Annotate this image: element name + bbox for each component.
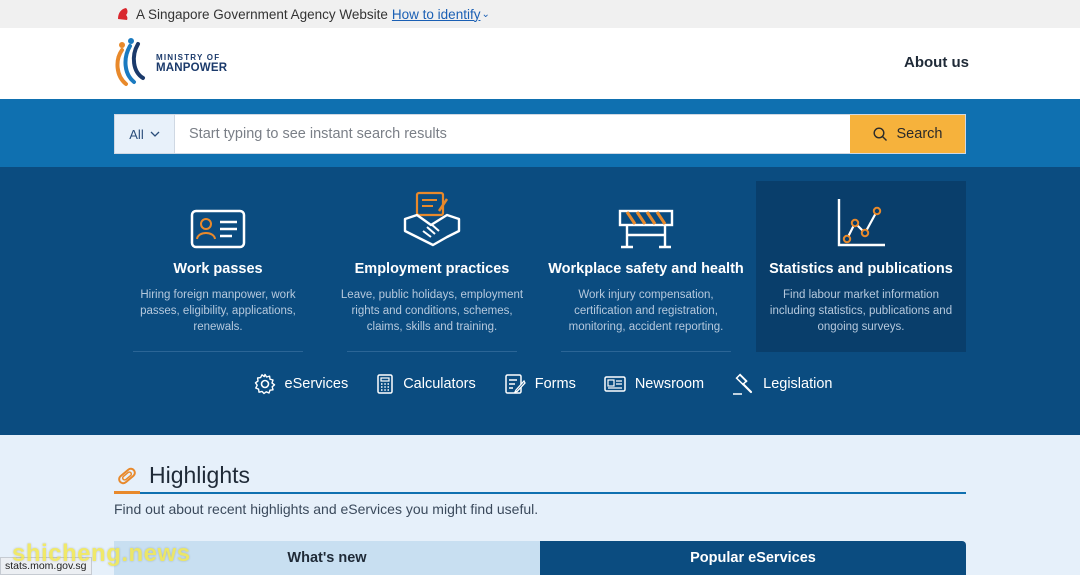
card-employment-practices[interactable]: Employment practices Leave, public holid… [327,181,537,352]
gov-masthead-text: A Singapore Government Agency Website [136,6,388,22]
search-bar: All Search [114,114,966,154]
search-icon [873,126,887,141]
mom-logo-text: MINISTRY OF MANPOWER [156,52,228,75]
site-header: MINISTRY OF MANPOWER About us [0,28,1080,99]
search-band: All Search [0,99,1080,167]
handshake-icon [327,185,537,249]
highlights-tabs: What's new Popular eServices [114,541,966,575]
quick-link-label: Calculators [403,376,476,392]
card-title: Statistics and publications [769,261,953,277]
gavel-icon [733,373,753,395]
quick-link-legislation[interactable]: Legislation [732,373,832,395]
calculator-icon [377,374,393,394]
gear-icon [254,373,275,395]
search-button-label: Search [896,126,943,142]
highlights-title: Highlights [149,462,250,488]
how-to-identify-link[interactable]: How to identify [392,7,481,22]
main-navigation: Work passes Hiring foreign manpower, wor… [0,167,1080,435]
card-work-passes[interactable]: Work passes Hiring foreign manpower, wor… [113,181,323,352]
search-scope-dropdown[interactable]: All [115,115,175,153]
line-chart-icon [756,185,966,249]
card-title: Work passes [173,261,263,277]
card-description: Leave, public holidays, employment right… [340,289,524,333]
search-button[interactable]: Search [850,115,965,153]
watermark-text: shicheng.news [12,540,191,567]
quick-link-calculators[interactable]: Calculators [376,373,476,395]
card-divider [561,351,731,352]
card-divider [347,351,517,352]
quick-link-forms[interactable]: Forms [504,373,576,395]
chevron-down-icon[interactable]: ⌄ [481,9,489,20]
quick-link-label: Forms [534,376,576,392]
quick-link-eservices[interactable]: eServices [254,373,349,395]
card-divider [133,351,303,352]
card-description: Hiring foreign manpower, work passes, el… [140,289,296,333]
quick-link-label: eServices [284,376,349,392]
search-input[interactable] [175,115,850,153]
quick-links: eServices Calculators Forms Newsroom Leg… [0,373,1080,395]
form-icon [504,374,526,394]
tab-popular-eservices[interactable]: Popular eServices [540,541,966,575]
card-statistics-publications[interactable]: Statistics and publications Find labour … [756,181,966,352]
id-card-icon [113,185,323,249]
logo-line-1: MINISTRY OF [156,52,221,62]
gov-masthead: A Singapore Government Agency Website Ho… [0,0,1080,28]
card-description: Find labour market information including… [769,289,953,333]
newspaper-icon [604,376,626,392]
card-title: Workplace safety and health [548,261,744,277]
mom-logo-icon [115,38,145,86]
card-description: Work injury compensation, certification … [568,289,724,333]
paperclip-icon [114,461,140,494]
about-us-link[interactable]: About us [904,54,969,71]
card-title: Employment practices [354,261,510,277]
quick-link-label: Legislation [763,376,833,392]
highlights-subtitle: Find out about recent highlights and eSe… [114,501,539,517]
mom-logo[interactable]: MINISTRY OF MANPOWER [113,38,227,90]
card-workplace-safety[interactable]: Workplace safety and health Work injury … [541,181,751,352]
highlights-header: Highlights [114,461,966,494]
quick-link-label: Newsroom [634,376,705,392]
logo-line-2: MANPOWER [156,62,228,75]
chevron-down-icon [150,131,160,137]
singapore-lion-icon [118,8,128,20]
search-scope-label: All [129,126,144,142]
barrier-icon [541,185,751,249]
quick-link-newsroom[interactable]: Newsroom [604,373,704,395]
